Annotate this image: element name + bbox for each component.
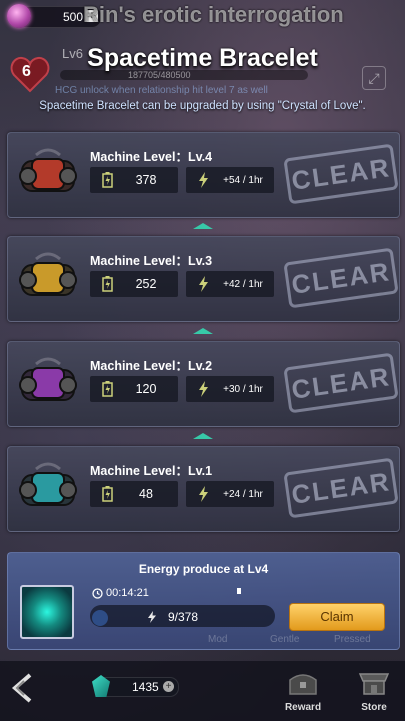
lightning-icon xyxy=(199,172,208,188)
battery-icon xyxy=(102,381,113,397)
battery-value: 378 xyxy=(135,173,157,187)
crystal-counter: 1435 + xyxy=(92,675,179,697)
chevron-up-icon xyxy=(193,328,213,334)
machine-lv3-icon xyxy=(19,252,77,296)
lightning-icon xyxy=(199,486,208,502)
machine-level-label: Machine Level：Lv.4 xyxy=(90,150,213,164)
battery-stat: 48 xyxy=(90,481,178,507)
claim-button[interactable]: Claim xyxy=(289,603,385,631)
battery-value: 48 xyxy=(139,487,153,501)
chevron-up-icon xyxy=(193,223,213,229)
energy-timer: 00:14:21 xyxy=(106,587,149,599)
ghost-tab: Gentle xyxy=(270,634,300,645)
battery-icon xyxy=(102,276,113,292)
rate-value: +30 / 1hr xyxy=(223,384,263,395)
battery-value: 252 xyxy=(135,277,157,291)
battery-value: 120 xyxy=(135,382,157,396)
top-bar: 500 + Rin's erotic interrogation xyxy=(0,0,405,34)
battery-stat: 378 xyxy=(90,167,178,193)
machine-level-label: Machine Level：Lv.2 xyxy=(90,359,213,373)
rate-stat: +54 / 1hr xyxy=(186,167,274,193)
unlock-hint: HCG unlock when relationship hit level 7… xyxy=(55,85,268,96)
gem-value: 500 xyxy=(62,10,83,24)
energy-orb-icon xyxy=(92,610,108,626)
energy-title: Energy produce at Lv4 xyxy=(138,562,269,576)
ghost-tab: Mod xyxy=(208,634,228,645)
add-crystals-button[interactable]: + xyxy=(163,681,174,692)
rate-stat: +24 / 1hr xyxy=(186,481,274,507)
battery-stat: 252 xyxy=(90,271,178,297)
store-icon xyxy=(358,673,390,695)
energy-value: 9/378 xyxy=(168,610,199,624)
chevron-up-icon xyxy=(193,433,213,439)
clock-icon xyxy=(92,588,103,599)
rate-stat: +30 / 1hr xyxy=(186,376,274,402)
gem-icon xyxy=(7,4,31,28)
clear-stamp: CLEAR xyxy=(283,457,399,519)
machine-level-label: Machine Level：Lv.1 xyxy=(90,464,213,478)
machine-lv1-icon xyxy=(19,462,77,506)
machine-lv2-icon xyxy=(19,357,77,401)
crystal-value: 1435 xyxy=(132,680,159,694)
clear-stamp: CLEAR xyxy=(283,352,399,414)
background-title: Rin's erotic interrogation xyxy=(83,2,344,27)
reward-button[interactable]: Reward xyxy=(281,670,325,716)
machine-lv4-icon xyxy=(19,148,77,192)
crystal-of-love-icon xyxy=(20,585,74,639)
rate-stat: +42 / 1hr xyxy=(186,271,274,297)
battery-icon xyxy=(102,172,113,188)
page-subtitle: Spacetime Bracelet can be upgraded by us… xyxy=(39,100,366,112)
machine-card-lv2: Machine Level：Lv.2 120 +30 / 1hr CLEAR xyxy=(7,341,400,427)
cursor-icon xyxy=(237,588,241,594)
ghost-tab: Pressed xyxy=(334,634,371,645)
machine-card-lv3: Machine Level：Lv.3 252 +42 / 1hr CLEAR xyxy=(7,236,400,322)
clear-stamp: CLEAR xyxy=(283,247,399,309)
rate-value: +54 / 1hr xyxy=(223,175,263,186)
bottom-bar xyxy=(0,661,405,721)
back-arrow-icon[interactable] xyxy=(10,673,34,703)
store-label: Store xyxy=(361,702,387,713)
battery-icon xyxy=(102,486,113,502)
lightning-icon xyxy=(199,381,208,397)
machine-card-lv1: Machine Level：Lv.1 48 +24 / 1hr CLEAR xyxy=(7,446,400,532)
treasure-chest-icon xyxy=(289,674,317,695)
lightning-icon xyxy=(148,611,156,623)
battery-stat: 120 xyxy=(90,376,178,402)
rate-value: +42 / 1hr xyxy=(223,279,263,290)
lightning-icon xyxy=(199,276,208,292)
store-button[interactable]: Store xyxy=(352,670,396,716)
clear-stamp: CLEAR xyxy=(283,143,399,205)
machine-level-label: Machine Level：Lv.3 xyxy=(90,254,213,268)
rate-value: +24 / 1hr xyxy=(223,489,263,500)
reward-label: Reward xyxy=(284,702,322,713)
page-title: Spacetime Bracelet xyxy=(87,44,318,72)
machine-card-lv4: Machine Level：Lv.4 378 +54 / 1hr CLEAR xyxy=(7,132,400,218)
